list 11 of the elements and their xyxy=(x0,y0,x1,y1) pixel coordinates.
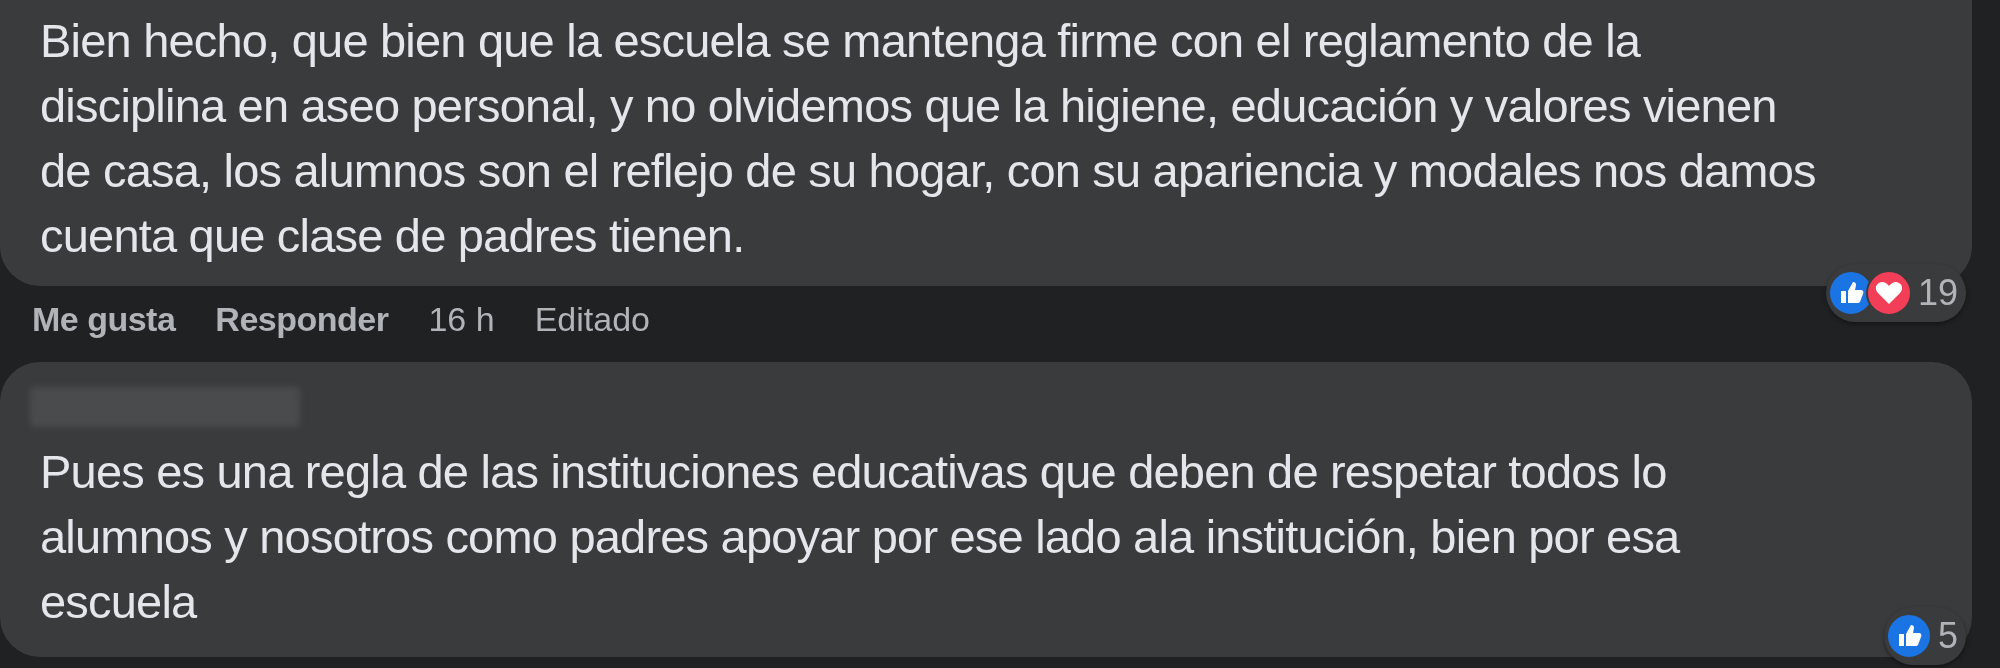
thumbs-up-icon xyxy=(1885,613,1932,659)
reaction-badge[interactable]: 5 xyxy=(1883,607,1966,665)
comment-meta: Editado xyxy=(534,298,650,340)
comment-meta: 16 h xyxy=(428,298,495,340)
comment-text: Bien hecho, que bien que la escuela se mantenga firme con el reglamento de la disciplina en aseo personal, y no olvidemos que la higiene, educación y valores vienen de casa, los alumnos son el reflejo de su hogar, con su apariencia y modales nos damos cuenta que clase de padres tienen. xyxy=(40,13,1817,264)
comment-action-link[interactable]: Me gusta xyxy=(32,293,176,345)
comment-action-link[interactable]: Responder xyxy=(215,293,389,345)
reaction-badge[interactable]: 19 xyxy=(1825,264,1966,322)
reaction-count: 19 xyxy=(1917,271,1958,315)
comment-text: Pues es una regla de las instituciones educativas que deben de respetar todos lo alumnos y nosotros como padres apoyar por ese lado ala institución, bien por esa escuela xyxy=(40,444,1681,630)
reaction-count: 5 xyxy=(1937,614,1958,658)
